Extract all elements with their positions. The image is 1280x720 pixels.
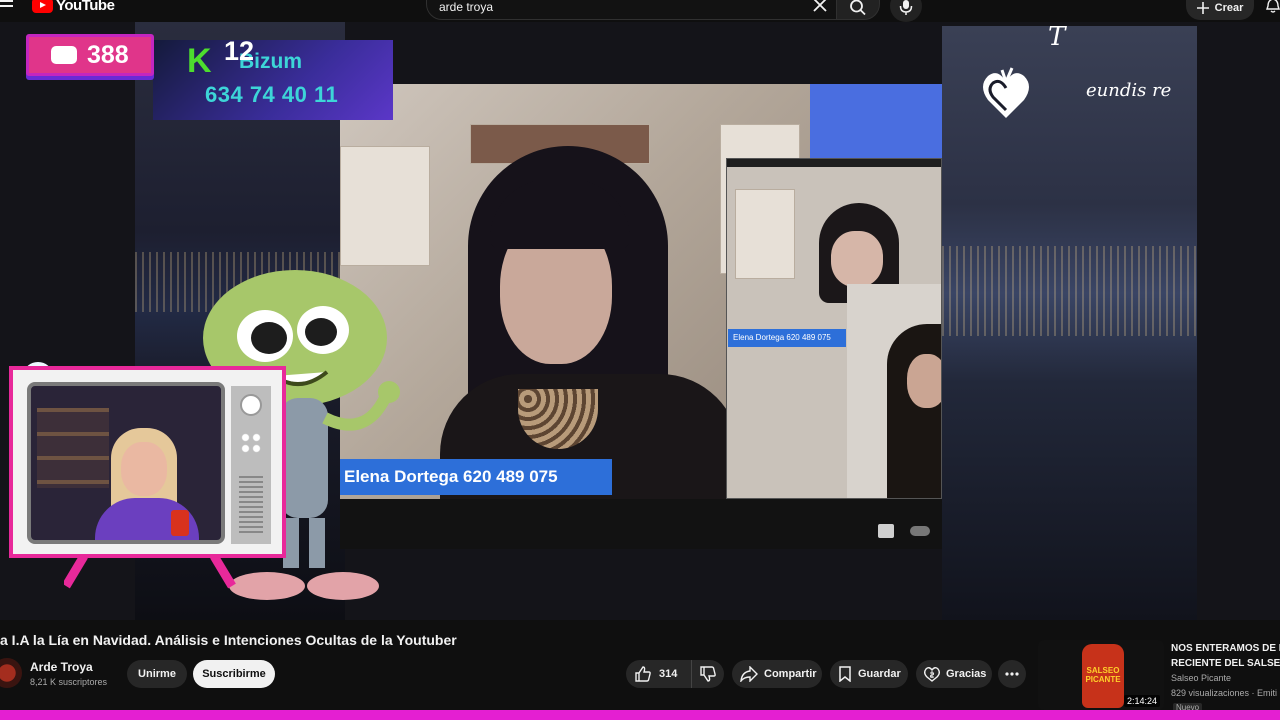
recommended-video-title[interactable]: NOS ENTERAMOS DE L RECIENTE DEL SALSEO xyxy=(1171,641,1280,671)
kick-k-icon: K xyxy=(187,42,212,80)
like-count: 388 xyxy=(87,40,129,69)
bizum-phone: 634 74 40 11 xyxy=(205,82,339,107)
tv-person-face xyxy=(121,442,167,496)
bizum-panel: K Bizum 634 74 40 11 xyxy=(153,40,393,120)
close-icon[interactable] xyxy=(811,0,829,14)
taskbar xyxy=(0,710,1280,720)
create-label: Crear xyxy=(1214,2,1244,14)
channel-name[interactable]: Arde Troya xyxy=(30,660,93,674)
tv-knob-icon xyxy=(240,394,262,416)
save-label: Guardar xyxy=(858,668,901,680)
plus-icon xyxy=(1196,2,1209,14)
youtube-logo[interactable]: YouTube xyxy=(32,0,115,14)
tv-control-panel xyxy=(231,386,271,544)
search-icon xyxy=(850,0,866,16)
save-button[interactable]: Guardar xyxy=(830,660,908,688)
channel-avatar[interactable] xyxy=(0,658,22,688)
thanks-label: Gracias xyxy=(946,668,987,680)
tv-speaker-grille xyxy=(239,476,263,536)
video-duration: 2:14:24 xyxy=(1123,695,1160,707)
city-lights xyxy=(942,246,1197,336)
thanks-button[interactable]: Gracias xyxy=(916,660,992,688)
microphone-icon xyxy=(899,0,913,15)
notifications-bell-icon[interactable] xyxy=(1266,0,1280,14)
tv-shelves xyxy=(37,408,109,488)
third-person-hair xyxy=(887,324,941,498)
thumbs-down-icon xyxy=(700,666,716,682)
recommended-channel-name[interactable]: Salseo Picante xyxy=(1171,673,1231,683)
play-icon xyxy=(32,0,53,13)
tv-buttons-icon xyxy=(240,432,262,454)
recommended-title-line: RECIENTE DEL SALSEO xyxy=(1171,658,1280,669)
inset-name-tag: Elena Dortega 620 489 075 xyxy=(728,329,846,347)
decorative-letter: T xyxy=(1048,22,1066,52)
heart-icon xyxy=(983,67,1029,118)
more-options-button[interactable] xyxy=(998,660,1026,688)
like-counter-badge: 388 xyxy=(26,34,154,76)
tv-cup xyxy=(171,510,189,536)
thumbnail-label: SALSEO PICANTE xyxy=(1085,666,1121,684)
follower-counter: 12 xyxy=(224,36,255,66)
bookmark-icon xyxy=(839,666,851,682)
inset-person-face xyxy=(831,231,883,287)
decorative-text: eundis re xyxy=(1086,80,1172,101)
menu-icon[interactable] xyxy=(0,0,14,14)
share-arrow-icon xyxy=(740,666,758,682)
shelf xyxy=(735,189,795,279)
third-camera-feed xyxy=(847,284,941,498)
thumbs-up-icon xyxy=(635,666,651,682)
voice-search-button[interactable] xyxy=(890,0,922,22)
subscribe-button[interactable]: Suscribirme xyxy=(193,660,275,688)
dislike-button[interactable] xyxy=(692,666,724,682)
toggle-switch[interactable] xyxy=(910,526,930,536)
search-value: arde troya xyxy=(439,0,494,14)
search-button[interactable] xyxy=(836,0,880,20)
recommended-view-count: 829 visualizaciones · Emiti xyxy=(1171,688,1278,698)
search-input[interactable]: arde troya xyxy=(426,0,838,20)
like-dislike-group: 314 xyxy=(626,660,724,688)
more-dots-icon xyxy=(1005,672,1019,676)
recommended-video-thumbnail[interactable]: SALSEO PICANTE 2:14:24 xyxy=(1038,640,1164,710)
like-count-label: 314 xyxy=(659,668,678,680)
logo-text: YouTube xyxy=(56,0,115,14)
background-window xyxy=(810,84,942,164)
call-controls-strip xyxy=(340,499,942,549)
inset-window-bar xyxy=(727,159,941,167)
main-camera-feed: Elena Dortega 620 489 075 Elena Dortega … xyxy=(340,84,942,499)
heart-dollar-icon xyxy=(924,667,940,682)
video-title: a I.A la Lía en Navidad. Análisis e Inte… xyxy=(0,632,457,648)
third-person-face xyxy=(907,354,941,408)
join-button[interactable]: Unirme xyxy=(127,660,187,688)
tv-legs xyxy=(64,556,236,589)
like-button[interactable]: 314 xyxy=(626,660,692,688)
share-button[interactable]: Compartir xyxy=(732,660,822,688)
tv-screen xyxy=(27,382,225,544)
retro-tv-frame xyxy=(9,366,286,558)
inset-camera-feed: Elena Dortega 620 489 075 xyxy=(726,158,942,499)
shelf xyxy=(340,146,430,266)
recommended-title-line: NOS ENTERAMOS DE L xyxy=(1171,643,1280,654)
quality-icon[interactable] xyxy=(878,524,894,538)
top-bar: YouTube arde troya Crear xyxy=(0,0,1280,22)
subscriber-count: 8,21 K suscriptores xyxy=(30,677,108,687)
create-button[interactable]: Crear xyxy=(1186,0,1254,20)
chat-bubble-icon xyxy=(51,46,77,64)
video-player[interactable]: Elena Dortega 620 489 075 Elena Dortega … xyxy=(0,22,1280,620)
share-label: Compartir xyxy=(764,668,817,680)
